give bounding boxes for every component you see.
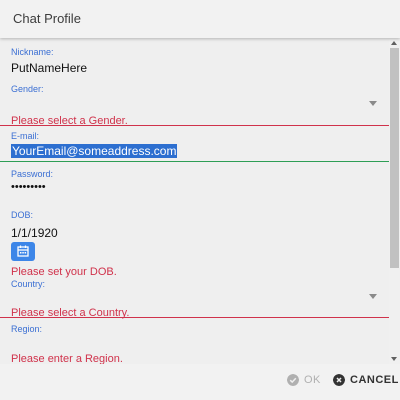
gender-label: Gender: xyxy=(11,84,44,94)
gender-dropdown-arrow-icon[interactable] xyxy=(369,101,377,106)
dob-error: Please set your DOB. xyxy=(11,266,117,278)
email-underline xyxy=(0,161,389,162)
ok-label: OK xyxy=(304,374,321,386)
password-label: Password: xyxy=(11,169,54,179)
password-input[interactable]: ••••••••• xyxy=(11,181,46,193)
dob-value[interactable]: 1/1/1920 xyxy=(11,226,58,240)
dialog-footer: OK CANCEL xyxy=(0,364,400,400)
close-circle-icon xyxy=(333,374,345,386)
country-underline xyxy=(0,317,389,318)
check-circle-icon xyxy=(287,374,299,386)
scroll-up-arrow-icon[interactable] xyxy=(391,41,397,45)
calendar-button[interactable] xyxy=(11,242,35,261)
nickname-label: Nickname: xyxy=(11,47,54,57)
chat-profile-dialog: Chat Profile Nickname: PutNameHere Gende… xyxy=(0,0,400,400)
calendar-icon xyxy=(17,245,29,257)
country-dropdown-arrow-icon[interactable] xyxy=(369,294,377,299)
gender-underline xyxy=(0,125,389,126)
email-selected-text: YourEmail@someaddress.com xyxy=(11,144,178,158)
nickname-input[interactable]: PutNameHere xyxy=(11,61,87,75)
vertical-scrollbar[interactable] xyxy=(389,38,400,364)
region-error: Please enter a Region. xyxy=(11,353,123,364)
dob-label: DOB: xyxy=(11,210,34,220)
form-content: Nickname: PutNameHere Gender: Please sel… xyxy=(0,38,389,364)
scroll-down-arrow-icon[interactable] xyxy=(391,357,397,361)
cancel-label: CANCEL xyxy=(350,374,399,386)
email-label: E-mail: xyxy=(11,131,40,141)
dialog-title: Chat Profile xyxy=(13,11,81,26)
email-input[interactable]: YourEmail@someaddress.com xyxy=(11,144,178,158)
dialog-header: Chat Profile xyxy=(0,0,400,38)
scrollbar-thumb[interactable] xyxy=(390,48,399,268)
region-label: Region: xyxy=(11,324,43,334)
country-label: Country: xyxy=(11,279,46,289)
